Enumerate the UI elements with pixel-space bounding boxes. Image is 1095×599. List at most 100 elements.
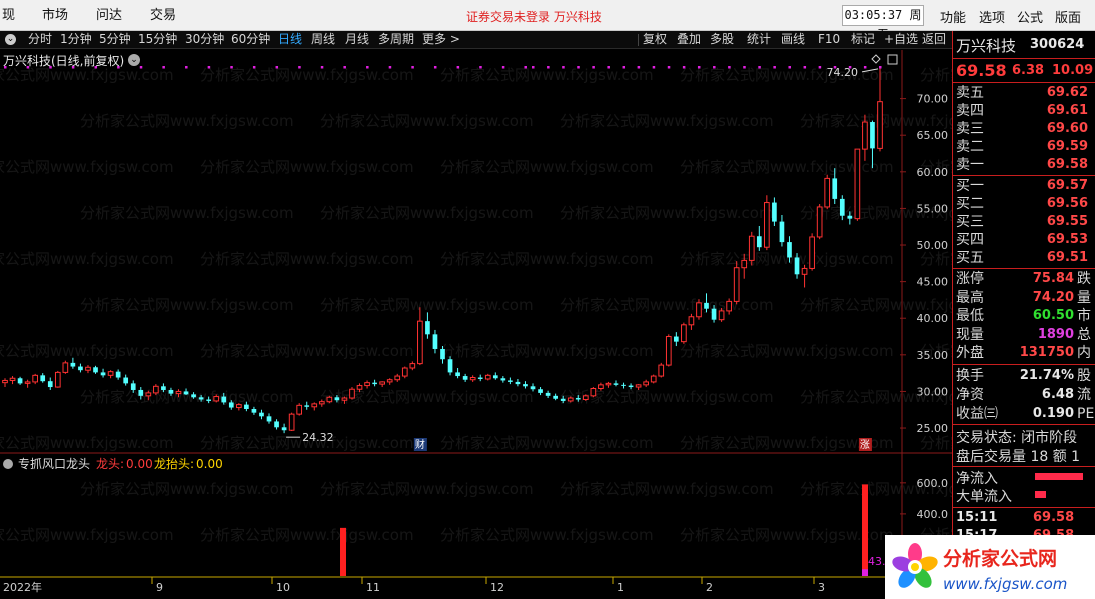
candle-body [748,235,755,261]
bid-level-2-value: 69.56 [1046,196,1088,211]
stat-row-extra: 市 [1077,308,1091,324]
ask-level-1-value: 69.58 [1046,157,1088,172]
chart-area[interactable]: 分析家公式网www.fxjgsw.com 分析家公式网www.fxjgsw.com… [0,50,952,599]
toolbar-divider [638,34,639,46]
menu-item-layout[interactable]: 版面 [1055,7,1081,26]
period-more[interactable]: 更多 > [422,32,460,47]
period-15min[interactable]: 15分钟 [138,32,177,47]
menu-item-function[interactable]: 功能 [940,7,966,26]
period-5min[interactable]: 5分钟 [99,32,131,47]
menu-item-formula[interactable]: 公式 [1017,7,1043,26]
tool-biaoji[interactable]: 标记 [851,32,875,47]
divider [953,364,1095,365]
watermark-text: 分析家公式网www.fxjgsw.com [440,342,654,360]
y-tick-label: 35.00 [917,349,949,362]
candle-body [409,363,416,369]
x-axis-label: 2 [706,581,713,594]
stat-row-value: 75.84 [1032,271,1074,286]
candle-body [259,412,264,417]
signal-dot [652,66,656,69]
candle-body [85,366,91,371]
candle-body [650,375,657,383]
candle-body [432,334,438,349]
signal-dot [479,66,482,69]
candle-body [628,385,634,388]
period-30min[interactable]: 30分钟 [185,32,224,47]
candle-body [575,398,581,400]
y-tick-label: 45.00 [917,276,949,289]
period-weekly[interactable]: 周线 [311,32,335,47]
candle-body [221,396,227,403]
candle-body [613,383,619,385]
candle-body [484,374,491,380]
divider [953,82,1095,83]
candle-body [349,388,355,399]
period-1min[interactable]: 1分钟 [60,32,92,47]
candle-body [334,397,340,401]
stat-row-2-label: 净资 [956,387,984,403]
candle-body [153,385,159,394]
candle-body [787,242,792,258]
candle-body [598,384,604,390]
candle-body [47,381,53,388]
candle-body [839,198,845,216]
stat-row-extra: 跌 [1077,271,1091,287]
tool-tongji[interactable]: 统计 [747,32,771,47]
watermark-text: 分析家公式网www.fxjgsw.com [680,158,894,176]
tool-huaxian[interactable]: 画线 [781,32,805,47]
candle-body [372,382,377,385]
period-monthly[interactable]: 月线 [345,32,369,47]
indicator-line2-label: 龙抬头: [154,457,194,471]
menu-item-xian[interactable]: 现 [2,7,15,24]
collapse-icon[interactable]: ⌄ [5,34,16,45]
watermark-text: 分析家公式网www.fxjgsw.com [0,526,174,544]
candle-body [809,236,815,269]
signal-dot [343,66,346,69]
period-60min[interactable]: 60分钟 [231,32,270,47]
candle-body [183,391,189,395]
stock-header: 万兴科技 300624 [953,31,1095,58]
signal-dot [879,66,882,69]
menu-item-trade[interactable]: 交易 [150,7,176,24]
candle-body [508,380,513,382]
watermark-text: 分析家公式网www.fxjgsw.com [0,250,174,268]
stat-row: 最高 74.20 量 [953,289,1095,307]
after-hours-volume: 盘后交易量 18 额 1 [956,449,1081,465]
watermark-text: 分析家公式网www.fxjgsw.com [0,158,174,176]
y-tick-label: 55.00 [917,202,949,215]
tool-f10[interactable]: F10 [818,32,840,47]
period-daily[interactable]: 日线 [278,32,302,47]
menu-item-market[interactable]: 市场 [42,7,68,24]
period-fenshi[interactable]: 分时 [28,32,52,47]
menu-item-options[interactable]: 选项 [979,7,1005,26]
candle-body [145,392,152,397]
menu-item-wenda[interactable]: 问达 [96,7,122,24]
indicator-line1-value: 0.00 [126,457,153,471]
signal-dot [607,66,610,69]
tool-back[interactable]: 返回 [922,32,946,47]
chart-settings-icon[interactable]: ⌄ [128,54,140,66]
flow-bar [1035,491,1046,498]
watermark-text: 分析家公式网www.fxjgsw.com [800,112,952,130]
candle-body [168,389,174,394]
tool-diejia[interactable]: 叠加 [677,32,701,47]
candle-body [115,371,121,378]
candle-body [288,413,295,431]
candlestick-chart[interactable]: 分析家公式网www.fxjgsw.com 分析家公式网www.fxjgsw.com… [0,50,952,599]
candle-body [311,403,318,408]
candle-body [440,348,445,360]
flow-bar [1035,473,1083,480]
watermark-text: 分析家公式网www.fxjgsw.com [680,342,894,360]
watermark-text: 分析家公式网www.fxjgsw.com [200,250,414,268]
candle-body [726,300,732,312]
tool-fuquan[interactable]: 复权 [643,32,667,47]
candle-body [417,320,423,365]
period-multi[interactable]: 多周期 [378,32,414,47]
stat-row: 最低 60.50 市 [953,307,1095,325]
candle-body [772,202,777,222]
tool-add-watchlist[interactable]: +自选 [884,32,918,47]
bid-level-4-value: 69.53 [1046,232,1088,247]
ask-level-2-label: 卖二 [956,139,984,155]
tool-duogu[interactable]: 多股 [710,32,734,47]
candle-body [477,377,483,379]
